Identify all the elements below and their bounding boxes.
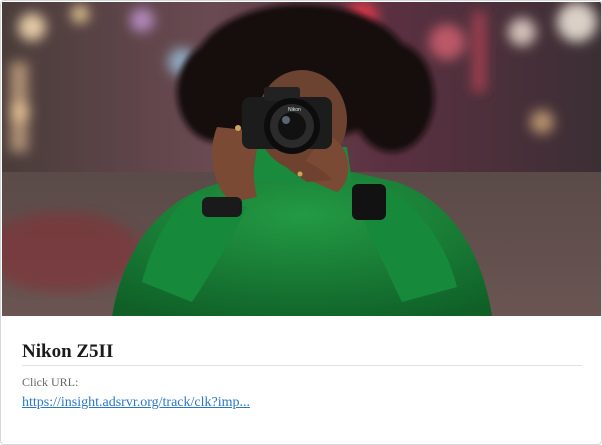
ad-preview-card: Nikon Nikon Z5II Click URL: https://insi… <box>0 0 602 445</box>
woman-with-camera-photo: Nikon <box>2 2 601 316</box>
ad-creative-image: Nikon <box>2 2 601 316</box>
ad-details: Nikon Z5II Click URL: https://insight.ad… <box>22 341 582 411</box>
svg-text:Nikon: Nikon <box>288 107 301 113</box>
click-url-link[interactable]: https://insight.adsrvr.org/track/clk?imp… <box>22 394 250 411</box>
click-url-label: Click URL: <box>22 375 79 389</box>
ad-title: Nikon Z5II <box>22 341 582 366</box>
